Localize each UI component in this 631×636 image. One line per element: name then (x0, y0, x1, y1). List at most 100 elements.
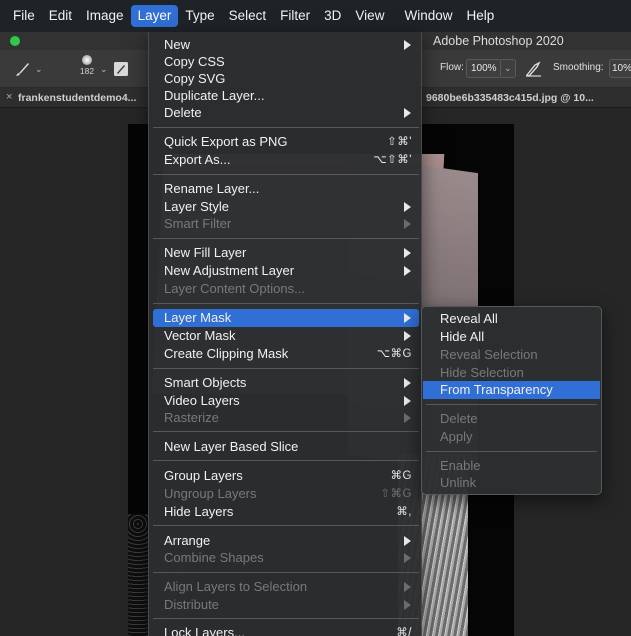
menu-file[interactable]: File (6, 5, 42, 27)
submenu-item-hide-selection: Hide Selection (423, 364, 600, 382)
menu-item-copy-css[interactable]: Copy CSS (153, 53, 419, 71)
menu-item-new[interactable]: New (153, 36, 419, 54)
menu-item-smart-objects[interactable]: Smart Objects (153, 374, 419, 392)
menu-separator (153, 303, 419, 304)
menu-item-rename-layer[interactable]: Rename Layer... (153, 180, 419, 198)
menu-layer[interactable]: Layer (130, 5, 179, 27)
submenu-arrow-icon (404, 536, 411, 546)
menu-separator (153, 572, 419, 573)
submenu-arrow-icon (404, 378, 411, 388)
brush-size-value: 182 (79, 66, 95, 76)
submenu-item-label: Hide Selection (440, 365, 524, 380)
menu-item-smart-filter: Smart Filter (153, 215, 419, 233)
menu-item-label: Export As... (164, 152, 231, 167)
brush-tool-preset[interactable]: ⌄ (14, 59, 43, 79)
menu-item-shortcut: ⌥⇧⌘' (373, 154, 412, 166)
menu-separator (153, 174, 419, 175)
submenu-arrow-icon (404, 331, 411, 341)
menu-item-align-layers: Align Layers to Selection (153, 578, 419, 596)
menu-item-label: Ungroup Layers (164, 486, 257, 501)
submenu-arrow-icon (404, 582, 411, 592)
menu-item-shortcut: ⇧⌘' (387, 136, 412, 148)
submenu-arrow-icon (404, 413, 411, 423)
brush-size-picker[interactable]: 182 (74, 53, 100, 76)
chevron-down-icon: ⌄ (35, 63, 43, 74)
submenu-separator (426, 451, 597, 452)
menu-item-new-fill-layer[interactable]: New Fill Layer (153, 244, 419, 262)
smoothing-input[interactable]: 10% (609, 59, 631, 78)
menu-item-distribute: Distribute (153, 596, 419, 614)
menu-item-label: Smart Objects (164, 375, 247, 390)
menu-item-label: Duplicate Layer... (164, 88, 265, 103)
menu-window[interactable]: Window (397, 5, 459, 27)
menu-item-shortcut: ⌘/ (396, 627, 412, 636)
submenu-item-apply: Apply (423, 428, 600, 446)
document-tab-left[interactable]: frankenstudentdemo4... (18, 92, 136, 104)
layer-menu: New Copy CSS Copy SVG Duplicate Layer...… (148, 32, 422, 636)
window-zoom-button[interactable] (10, 36, 20, 46)
menu-item-group-layers[interactable]: Group Layers ⌘G (153, 467, 419, 485)
submenu-separator (426, 404, 597, 405)
menu-type[interactable]: Type (178, 5, 221, 27)
menu-help[interactable]: Help (459, 5, 501, 27)
menu-item-delete[interactable]: Delete (153, 104, 419, 122)
menu-filter[interactable]: Filter (273, 5, 317, 27)
submenu-arrow-icon (404, 553, 411, 563)
flow-input[interactable]: 100% (466, 59, 502, 78)
document-tab-right[interactable]: 9680be6b335483c415d.jpg @ 10... (426, 92, 594, 104)
close-icon[interactable]: × (6, 91, 12, 103)
menu-image[interactable]: Image (79, 5, 131, 27)
menu-edit[interactable]: Edit (42, 5, 79, 27)
menu-item-combine-shapes: Combine Shapes (153, 549, 419, 567)
menu-item-label: Create Clipping Mask (164, 346, 289, 361)
menu-item-hide-layers[interactable]: Hide Layers ⌘, (153, 503, 419, 521)
menu-item-label: Smart Filter (164, 216, 232, 231)
menu-item-shortcut: ⌘, (396, 506, 412, 518)
menu-item-shortcut: ⌘G (390, 470, 412, 482)
menu-item-vector-mask[interactable]: Vector Mask (153, 327, 419, 345)
menu-item-quick-export-png[interactable]: Quick Export as PNG ⇧⌘' (153, 133, 419, 151)
menu-item-create-clipping-mask[interactable]: Create Clipping Mask ⌥⌘G (153, 345, 419, 363)
brush-settings-toggle[interactable] (112, 59, 130, 79)
menu-item-lock-layers[interactable]: Lock Layers... ⌘/ (153, 624, 419, 636)
menu-item-layer-content-options: Layer Content Options... (153, 280, 419, 298)
submenu-item-hide-all[interactable]: Hide All (423, 328, 600, 346)
menu-item-export-as[interactable]: Export As... ⌥⇧⌘' (153, 151, 419, 169)
menu-separator (153, 618, 419, 619)
menu-item-label: Layer Content Options... (164, 281, 305, 296)
menu-item-label: Combine Shapes (164, 550, 264, 565)
menu-item-label: Layer Mask (164, 310, 232, 325)
brush-picker-chevron[interactable]: ⌄ (100, 59, 108, 79)
submenu-arrow-icon (404, 248, 411, 258)
menu-item-layer-mask[interactable]: Layer Mask (153, 309, 419, 327)
airbrush-toggle[interactable] (525, 59, 543, 79)
menu-item-rasterize: Rasterize (153, 409, 419, 427)
submenu-item-label: Enable (440, 458, 481, 473)
menu-3d[interactable]: 3D (317, 5, 348, 27)
menu-item-new-layer-based-slice[interactable]: New Layer Based Slice (153, 438, 419, 456)
submenu-arrow-icon (404, 40, 411, 50)
menu-item-arrange[interactable]: Arrange (153, 532, 419, 550)
menu-item-label: Lock Layers... (164, 625, 245, 636)
submenu-item-label: Reveal Selection (440, 347, 538, 362)
submenu-item-from-transparency[interactable]: From Transparency (423, 381, 600, 399)
brush-icon (16, 63, 29, 76)
submenu-arrow-icon (404, 202, 411, 212)
submenu-item-reveal-all[interactable]: Reveal All (423, 310, 600, 328)
menu-item-layer-style[interactable]: Layer Style (153, 198, 419, 216)
airbrush-icon (525, 61, 541, 77)
menu-view[interactable]: View (348, 5, 391, 27)
submenu-item-enable: Enable (423, 457, 600, 475)
menu-item-duplicate-layer[interactable]: Duplicate Layer... (153, 87, 419, 105)
menu-item-label: Delete (164, 105, 202, 120)
app-title: Adobe Photoshop 2020 (433, 34, 564, 48)
flow-dropdown[interactable]: ⌄ (500, 59, 516, 78)
menu-item-label: Rasterize (164, 410, 219, 425)
menu-item-copy-svg[interactable]: Copy SVG (153, 70, 419, 88)
submenu-item-label: Reveal All (440, 311, 498, 326)
menu-separator (153, 460, 419, 461)
submenu-arrow-icon (404, 313, 411, 323)
menu-item-video-layers[interactable]: Video Layers (153, 392, 419, 410)
menu-item-new-adjustment-layer[interactable]: New Adjustment Layer (153, 262, 419, 280)
menu-select[interactable]: Select (222, 5, 274, 27)
